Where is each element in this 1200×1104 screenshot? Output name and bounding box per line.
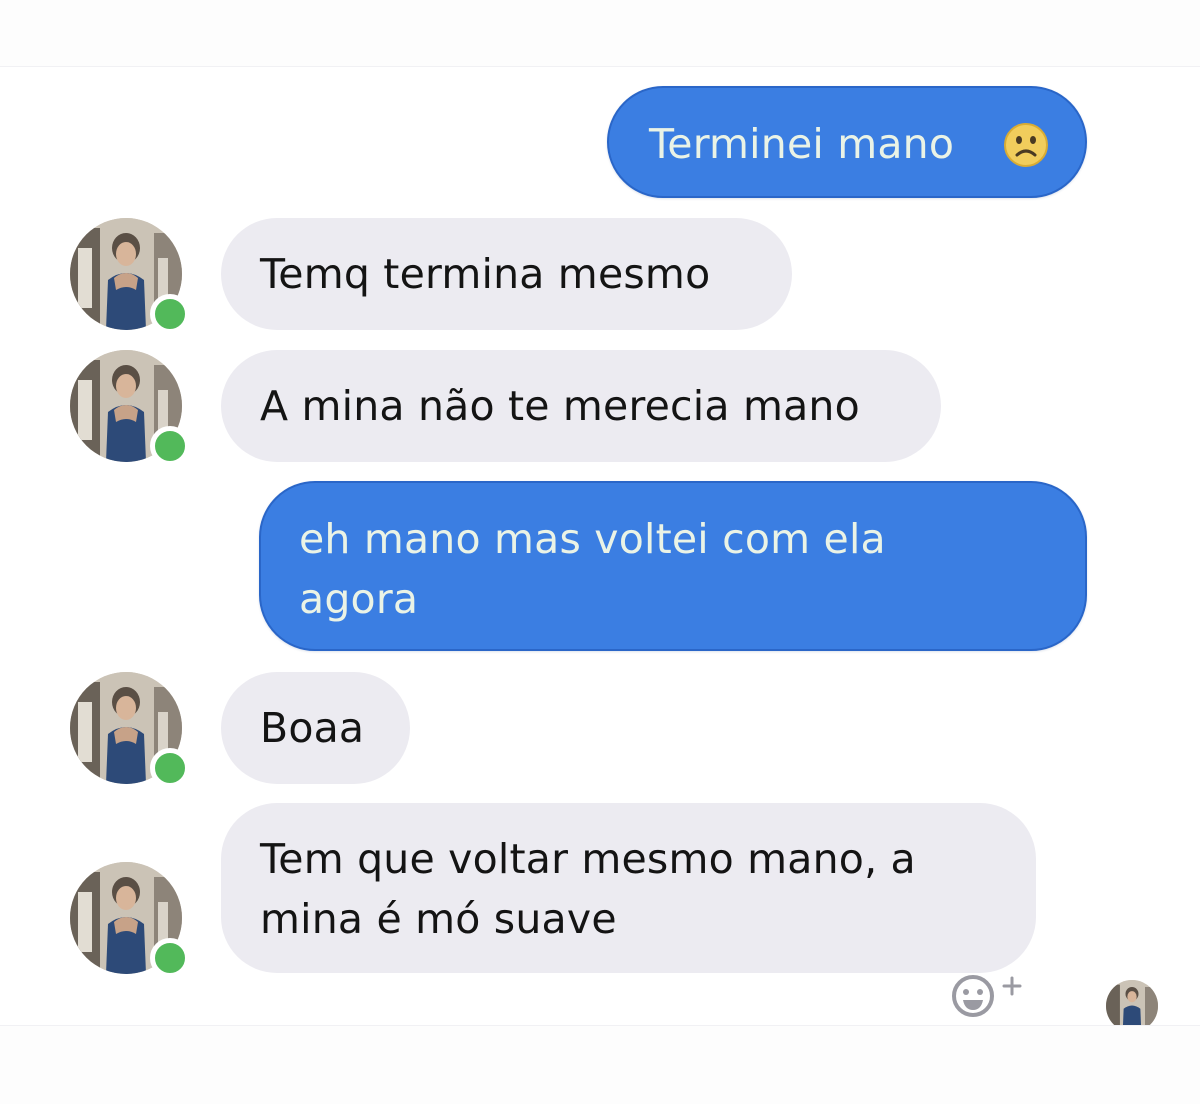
contact-avatar[interactable]	[70, 862, 190, 978]
message-bubble-received[interactable]: A mina não te merecia mano	[221, 350, 941, 462]
message-text: Boaa	[260, 704, 365, 752]
top-bar	[0, 0, 1200, 67]
message-text: eh mano mas voltei com ela agora	[299, 515, 886, 623]
contact-avatar[interactable]	[70, 350, 190, 466]
add-reaction-icon	[952, 975, 1022, 1017]
online-status-dot	[150, 938, 190, 978]
contact-avatar[interactable]	[70, 672, 190, 788]
message-text: Tem que voltar mesmo mano, a mina é mó s…	[260, 835, 916, 943]
message-bubble-sent[interactable]: eh mano mas voltei com ela agora	[259, 481, 1087, 651]
message-text: Terminei mano	[649, 120, 955, 168]
message-bubble-received[interactable]: Temq termina mesmo	[221, 218, 792, 330]
frowning-face-emoji	[1004, 123, 1048, 167]
online-status-dot	[150, 426, 190, 466]
message-bubble-received[interactable]: Boaa	[221, 672, 410, 784]
message-text: Temq termina mesmo	[260, 250, 711, 298]
message-bubble-sent[interactable]: Terminei mano	[607, 86, 1087, 198]
composer-area	[0, 1025, 1200, 1104]
online-status-dot	[150, 748, 190, 788]
message-text: A mina não te merecia mano	[260, 382, 860, 430]
message-bubble-received[interactable]: Tem que voltar mesmo mano, a mina é mó s…	[221, 803, 1036, 973]
contact-avatar[interactable]	[70, 218, 190, 334]
add-reaction-button[interactable]	[948, 968, 1024, 1024]
online-status-dot	[150, 294, 190, 334]
